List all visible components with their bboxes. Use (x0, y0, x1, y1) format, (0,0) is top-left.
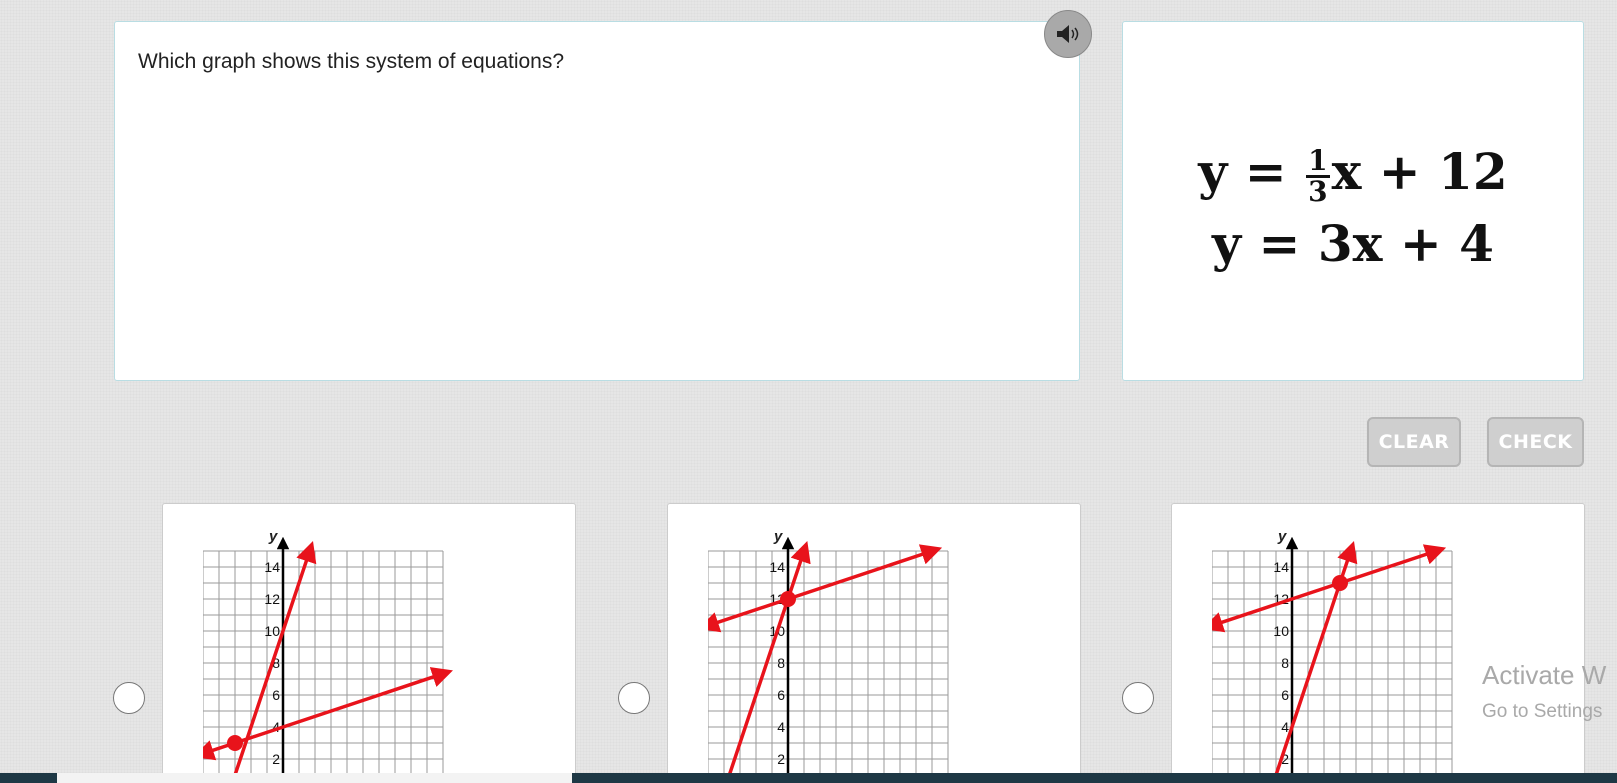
equation-1: y = 1 3 x + 12 (1123, 142, 1583, 206)
tick-label: 4 (777, 719, 785, 735)
tick-label: 8 (777, 655, 785, 671)
audio-button[interactable] (1044, 10, 1092, 58)
question-panel: Which graph shows this system of equatio… (114, 21, 1080, 381)
check-button[interactable]: CHECK (1487, 417, 1584, 467)
tick-label: 8 (1281, 655, 1289, 671)
y-axis-label: y (1277, 528, 1287, 545)
question-text: Which graph shows this system of equatio… (138, 50, 565, 73)
choice-3-radio[interactable] (1122, 682, 1154, 714)
graph-line-1 (725, 541, 811, 782)
choice-3-graph: y1412108642 (1212, 528, 1453, 782)
choice-1-graph: y1412108642 (203, 528, 453, 782)
choice-1-radio[interactable] (113, 682, 145, 714)
eq1-fraction: 1 3 (1306, 143, 1330, 208)
speaker-icon (1057, 25, 1079, 43)
y-axis-label: y (268, 528, 278, 545)
eq1-frac-num: 1 (1306, 143, 1330, 178)
intersection-point (780, 591, 796, 607)
equation-2: y = 3x + 4 (1123, 214, 1583, 273)
tick-label: 6 (1281, 687, 1289, 703)
tick-label: 2 (272, 751, 280, 767)
taskbar-search-box[interactable] (57, 773, 572, 783)
eq1-lhs: y (1198, 142, 1228, 201)
activation-watermark-subtitle: Go to Settings (1482, 701, 1603, 722)
tick-label: 14 (264, 559, 280, 575)
eq1-frac-den: 3 (1308, 174, 1328, 208)
choice-2-graph: y1412108642 (708, 528, 949, 782)
tick-label: 10 (1273, 623, 1289, 639)
eq1-rest: x + 12 (1331, 142, 1508, 201)
eq2-rest: 3x + 4 (1317, 214, 1494, 273)
activation-watermark-title: Activate W (1482, 660, 1607, 690)
intersection-point (1332, 575, 1348, 591)
tick-label: 2 (777, 751, 785, 767)
tick-label: 14 (769, 559, 785, 575)
eq2-equals: = (1258, 214, 1301, 273)
clear-button[interactable]: CLEAR (1367, 417, 1461, 467)
choice-3-card[interactable]: y 14 12 10 8 6 4 2 (1171, 503, 1585, 783)
y-axis-label: y (773, 528, 783, 545)
tick-label: 12 (264, 591, 280, 607)
tick-label: 14 (1273, 559, 1289, 575)
intersection-point (227, 735, 243, 751)
choice-2-radio[interactable] (618, 682, 650, 714)
choice-1-card[interactable]: y 14 12 10 8 6 4 2 (162, 503, 576, 783)
eq2-lhs: y (1212, 214, 1242, 273)
eq1-equals: = (1244, 142, 1287, 201)
equation-panel: y = 1 3 x + 12 y = 3x + 4 (1122, 21, 1584, 381)
tick-label: 10 (264, 623, 280, 639)
tick-label: 6 (777, 687, 785, 703)
choice-2-card[interactable]: y1412108642 (667, 503, 1081, 783)
tick-label: 6 (272, 687, 280, 703)
tick-label: 4 (1281, 719, 1289, 735)
